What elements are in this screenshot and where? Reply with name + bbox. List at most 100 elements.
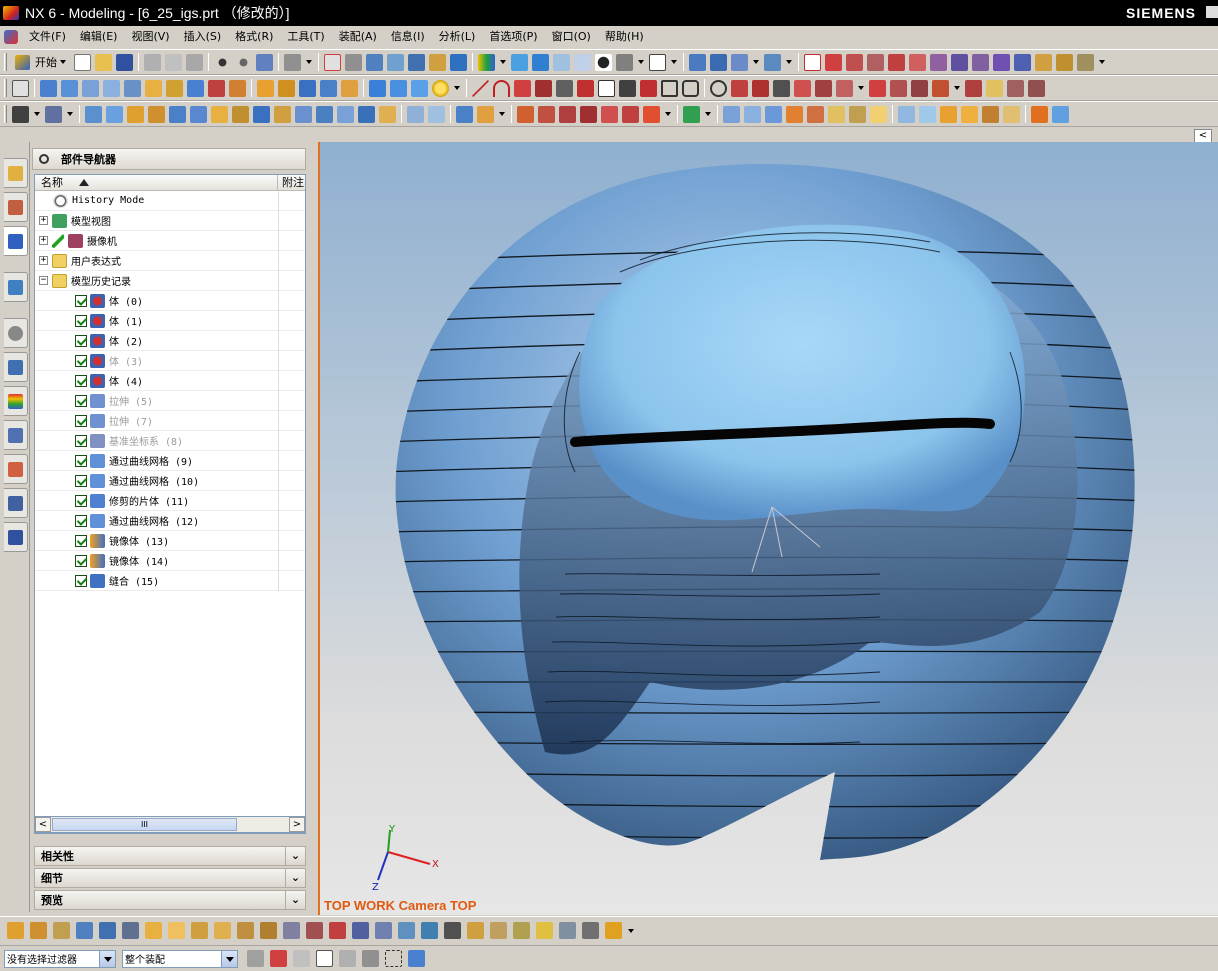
fillet-curve-icon[interactable] [640, 79, 657, 97]
paste-icon[interactable] [186, 53, 203, 71]
dropdown-arrow-icon[interactable] [500, 60, 506, 64]
datum-plane-icon[interactable] [12, 105, 29, 123]
dropdown-arrow-icon[interactable] [454, 86, 460, 90]
menu-file[interactable]: 文件(F) [22, 27, 73, 47]
update-feature-icon[interactable] [352, 922, 369, 939]
project-curve-icon[interactable] [794, 79, 811, 97]
polygon-icon[interactable] [682, 79, 699, 97]
bridge-curve-icon[interactable] [752, 79, 769, 97]
menu-edit[interactable]: 编辑(E) [73, 27, 125, 47]
tree-row-feature[interactable]: 缝合 (15) [35, 571, 305, 591]
menu-view[interactable]: 视图(V) [124, 27, 176, 47]
subtract-icon[interactable] [278, 79, 295, 97]
column-name-header[interactable]: 名称 [35, 175, 278, 190]
tree-row-feature[interactable]: 通过曲线网格 (10) [35, 471, 305, 491]
dropdown-arrow-icon[interactable] [786, 60, 792, 64]
ellipse-icon[interactable] [710, 79, 727, 97]
sketch-icon[interactable] [12, 79, 29, 97]
collapse-toolbar-button[interactable]: < [1194, 129, 1212, 143]
rendering-style-icon[interactable] [478, 53, 495, 71]
open-folder-icon[interactable] [95, 53, 112, 71]
window-control-button[interactable] [1206, 6, 1218, 18]
expression-icon[interactable] [490, 922, 507, 939]
face-blend-icon[interactable] [601, 105, 618, 123]
quadrant-point-icon[interactable] [930, 53, 947, 71]
visibility-checkbox[interactable] [75, 474, 87, 487]
tube-icon[interactable] [103, 79, 120, 97]
tree-row-user-expressions[interactable]: + 用户表达式 [35, 251, 305, 271]
revolve-icon[interactable] [61, 79, 78, 97]
assembly-navigator-tab[interactable] [4, 158, 28, 188]
part-navigator-tab[interactable] [4, 226, 28, 256]
control-point-icon[interactable] [867, 53, 884, 71]
system-scenes-tab[interactable] [4, 488, 28, 518]
details-panel[interactable]: 细节 ⌄ [34, 868, 306, 888]
more-tools-icon[interactable] [1077, 53, 1094, 71]
law-extension-icon[interactable] [274, 105, 291, 123]
offset-surface-icon[interactable] [316, 105, 333, 123]
menu-assemblies[interactable]: 装配(A) [332, 27, 384, 47]
shape-studio-icon[interactable] [723, 105, 740, 123]
menu-preferences[interactable]: 首选项(P) [482, 27, 544, 47]
roles-tab[interactable] [4, 454, 28, 484]
save-icon[interactable] [116, 53, 133, 71]
thicken-icon[interactable] [1052, 105, 1069, 123]
through-curve-mesh-icon[interactable] [169, 105, 186, 123]
extract-geometry-icon[interactable] [940, 105, 957, 123]
slot-icon[interactable] [208, 79, 225, 97]
perspective-icon[interactable] [450, 53, 467, 71]
trim-body-icon[interactable] [320, 79, 337, 97]
visibility-checkbox[interactable] [75, 314, 87, 327]
bounded-grid-icon[interactable] [1014, 53, 1031, 71]
scroll-left-icon[interactable]: < [35, 817, 51, 832]
soft-blend-icon[interactable] [622, 105, 639, 123]
tree-row-feature[interactable]: 体 (1) [35, 311, 305, 331]
end-point-icon[interactable] [825, 53, 842, 71]
reuse-library-tab[interactable] [4, 272, 28, 302]
new-file-icon[interactable] [74, 53, 91, 71]
through-curves-icon[interactable] [148, 105, 165, 123]
rectangle-icon[interactable] [661, 79, 678, 97]
unsuppress-icon[interactable] [306, 922, 323, 939]
edit-curve-icon[interactable] [911, 79, 928, 97]
feature-playback-icon[interactable] [329, 922, 346, 939]
menu-window[interactable]: 窗口(O) [545, 27, 598, 47]
trim-curve-icon[interactable] [869, 79, 886, 97]
match-edge-icon[interactable] [559, 105, 576, 123]
visibility-checkbox[interactable] [75, 434, 87, 447]
enlarge-icon[interactable] [379, 105, 396, 123]
quick-pick-icon[interactable] [408, 950, 425, 967]
intersection-curve-icon[interactable] [773, 79, 790, 97]
partial-shading-icon[interactable] [616, 53, 633, 71]
dropdown-arrow-icon[interactable] [665, 112, 671, 116]
analysis-icon[interactable] [683, 105, 700, 123]
dropdown-arrow-icon[interactable] [671, 60, 677, 64]
groove-icon[interactable] [229, 79, 246, 97]
existing-point-icon[interactable] [951, 53, 968, 71]
variable-offset-icon[interactable] [337, 105, 354, 123]
more-commands-icon[interactable] [605, 922, 622, 939]
tree-row-feature[interactable]: 镜像体 (14) [35, 551, 305, 571]
split-body-icon[interactable] [341, 79, 358, 97]
boss-icon[interactable] [145, 79, 162, 97]
tree-row-feature[interactable]: 拉伸 (5) [35, 391, 305, 411]
global-shaping-icon[interactable] [744, 105, 761, 123]
tree-row-cameras[interactable]: + 摄像机 [35, 231, 305, 251]
visibility-checkbox[interactable] [75, 414, 87, 427]
process-studio-tab[interactable] [4, 420, 28, 450]
face-rule-icon[interactable] [316, 950, 333, 967]
column-note-header[interactable]: 附注 [278, 175, 304, 190]
trim-extend-icon[interactable] [428, 105, 445, 123]
surface-through-points-icon[interactable] [106, 105, 123, 123]
bridge-surface-icon[interactable] [295, 105, 312, 123]
visibility-checkbox[interactable] [75, 454, 87, 467]
tree-row-feature[interactable]: 拉伸 (7) [35, 411, 305, 431]
visibility-checkbox[interactable] [75, 574, 87, 587]
snap-settings-icon[interactable] [270, 950, 287, 967]
suppress-feature-icon[interactable] [283, 922, 300, 939]
curve-on-surface-icon[interactable] [1028, 79, 1045, 97]
arc-center-icon[interactable] [909, 53, 926, 71]
evaluate-icon[interactable] [421, 922, 438, 939]
pan-icon[interactable] [429, 53, 446, 71]
tree-row-feature[interactable]: 体 (2) [35, 331, 305, 351]
